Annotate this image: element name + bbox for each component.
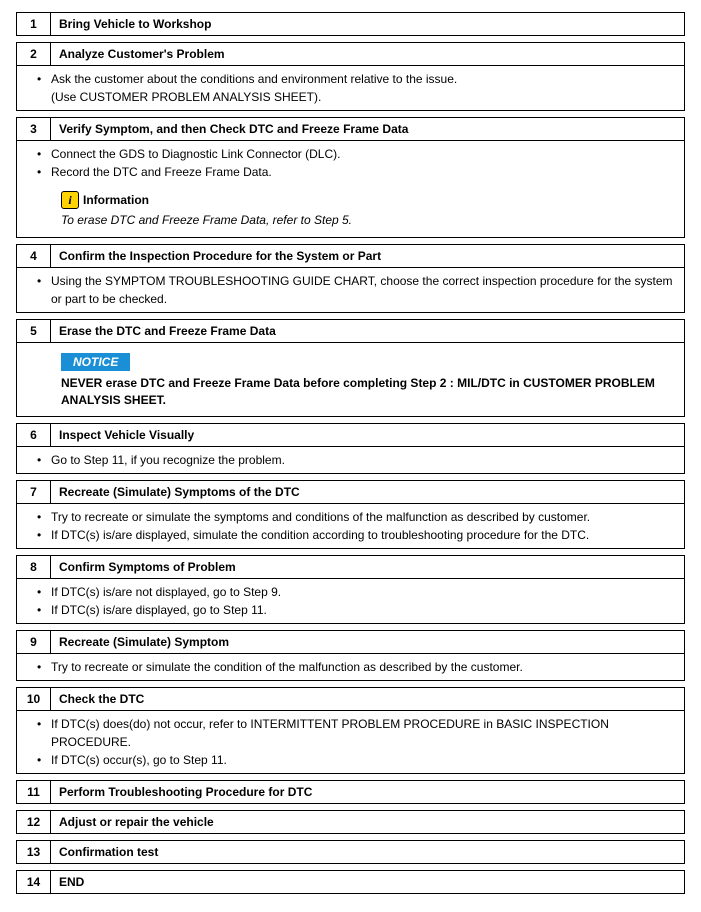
step-title: Confirm the Inspection Procedure for the…	[51, 245, 684, 267]
step-title: Adjust or repair the vehicle	[51, 811, 684, 833]
step-title: Recreate (Simulate) Symptom	[51, 631, 684, 653]
step-body: Go to Step 11, if you recognize the prob…	[16, 447, 685, 474]
step-title: Erase the DTC and Freeze Frame Data	[51, 320, 684, 342]
step-header-row: 13Confirmation test	[16, 840, 685, 864]
step-title: Verify Symptom, and then Check DTC and F…	[51, 118, 684, 140]
notice-text: NEVER erase DTC and Freeze Frame Data be…	[61, 375, 676, 409]
step-header-row: 11Perform Troubleshooting Procedure for …	[16, 780, 685, 804]
step-bullet: Connect the GDS to Diagnostic Link Conne…	[37, 145, 676, 163]
step-header-row: 4Confirm the Inspection Procedure for th…	[16, 244, 685, 268]
step-bullet: If DTC(s) occur(s), go to Step 11.	[37, 751, 676, 769]
step-title: Inspect Vehicle Visually	[51, 424, 684, 446]
step-bullet: Record the DTC and Freeze Frame Data.	[37, 163, 676, 181]
step-extra-text: (Use CUSTOMER PROBLEM ANALYSIS SHEET).	[37, 88, 676, 106]
notice-badge: NOTICE	[61, 353, 130, 371]
step-bullet: Try to recreate or simulate the conditio…	[37, 658, 676, 676]
step-body: Try to recreate or simulate the symptoms…	[16, 504, 685, 549]
step-body: If DTC(s) does(do) not occur, refer to I…	[16, 711, 685, 774]
step-body: Try to recreate or simulate the conditio…	[16, 654, 685, 681]
step-number: 6	[17, 424, 51, 446]
step-header-row: 6Inspect Vehicle Visually	[16, 423, 685, 447]
step-number: 9	[17, 631, 51, 653]
step-number: 12	[17, 811, 51, 833]
step-title: Perform Troubleshooting Procedure for DT…	[51, 781, 684, 803]
step-title: Recreate (Simulate) Symptoms of the DTC	[51, 481, 684, 503]
step-number: 4	[17, 245, 51, 267]
step-title: END	[51, 871, 684, 893]
information-block: i Information To erase DTC and Freeze Fram…	[61, 191, 676, 229]
step-number: 5	[17, 320, 51, 342]
step-bullet: Ask the customer about the conditions an…	[37, 70, 676, 88]
step-body: Connect the GDS to Diagnostic Link Conne…	[16, 141, 685, 238]
step-bullet: Using the SYMPTOM TROUBLESHOOTING GUIDE …	[37, 272, 676, 308]
step-body: NOTICE NEVER erase DTC and Freeze Frame D…	[16, 343, 685, 418]
step-title: Confirm Symptoms of Problem	[51, 556, 684, 578]
step-bullet: Try to recreate or simulate the symptoms…	[37, 508, 676, 526]
step-body: Ask the customer about the conditions an…	[16, 66, 685, 111]
step-number: 7	[17, 481, 51, 503]
step-header-row: 12Adjust or repair the vehicle	[16, 810, 685, 834]
step-body: Using the SYMPTOM TROUBLESHOOTING GUIDE …	[16, 268, 685, 313]
step-title: Analyze Customer's Problem	[51, 43, 684, 65]
step-bullet: If DTC(s) is/are displayed, simulate the…	[37, 526, 676, 544]
step-bullet: Go to Step 11, if you recognize the prob…	[37, 451, 676, 469]
info-icon: i	[61, 191, 79, 209]
step-title: Check the DTC	[51, 688, 684, 710]
step-number: 14	[17, 871, 51, 893]
step-number: 3	[17, 118, 51, 140]
info-text: To erase DTC and Freeze Frame Data, refe…	[61, 212, 676, 229]
step-number: 1	[17, 13, 51, 35]
step-header-row: 7Recreate (Simulate) Symptoms of the DTC	[16, 480, 685, 504]
step-header-row: 2Analyze Customer's Problem	[16, 42, 685, 66]
step-body: If DTC(s) is/are not displayed, go to St…	[16, 579, 685, 624]
step-number: 8	[17, 556, 51, 578]
step-bullet: If DTC(s) is/are not displayed, go to St…	[37, 583, 676, 601]
notice-block: NOTICE NEVER erase DTC and Freeze Frame D…	[61, 353, 676, 409]
step-number: 11	[17, 781, 51, 803]
step-header-row: 14END	[16, 870, 685, 894]
step-number: 2	[17, 43, 51, 65]
step-header-row: 8Confirm Symptoms of Problem	[16, 555, 685, 579]
step-header-row: 10Check the DTC	[16, 687, 685, 711]
step-number: 10	[17, 688, 51, 710]
step-number: 13	[17, 841, 51, 863]
info-label: Information	[83, 193, 149, 207]
step-title: Bring Vehicle to Workshop	[51, 13, 684, 35]
step-header-row: 5Erase the DTC and Freeze Frame Data	[16, 319, 685, 343]
step-title: Confirmation test	[51, 841, 684, 863]
step-header-row: 9Recreate (Simulate) Symptom	[16, 630, 685, 654]
step-bullet: If DTC(s) is/are displayed, go to Step 1…	[37, 601, 676, 619]
step-header-row: 3Verify Symptom, and then Check DTC and …	[16, 117, 685, 141]
step-bullet: If DTC(s) does(do) not occur, refer to I…	[37, 715, 676, 751]
step-header-row: 1Bring Vehicle to Workshop	[16, 12, 685, 36]
